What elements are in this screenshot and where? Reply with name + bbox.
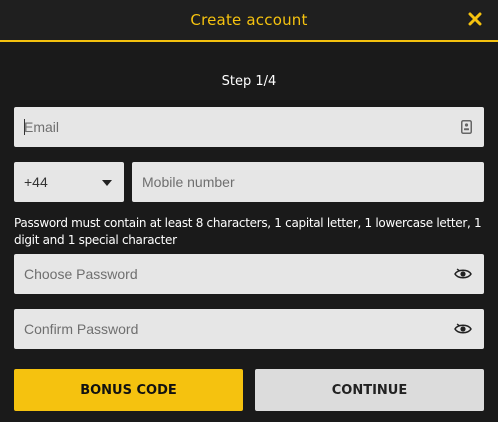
modal-header: Create account: [0, 0, 498, 42]
password-field[interactable]: [14, 254, 484, 294]
text-cursor: [24, 119, 25, 135]
page-title: Create account: [190, 11, 308, 29]
eye-toggle-icon[interactable]: [454, 267, 472, 281]
confirm-password-field[interactable]: [14, 309, 484, 349]
email-input[interactable]: [14, 107, 484, 147]
bonus-code-button[interactable]: BONUS CODE: [14, 369, 243, 411]
close-button[interactable]: [466, 10, 484, 28]
mobile-number-input[interactable]: [132, 162, 484, 202]
step-indicator: Step 1/4: [221, 74, 277, 89]
password-requirements-text: Password must contain at least 8 charact…: [14, 216, 482, 247]
eye-toggle-icon[interactable]: [454, 322, 472, 336]
password-input[interactable]: [14, 254, 484, 294]
close-icon: [468, 12, 482, 26]
mobile-number-field[interactable]: [132, 162, 484, 202]
chevron-down-icon: [102, 180, 112, 186]
contact-card-icon: [461, 120, 472, 134]
email-field[interactable]: [14, 107, 484, 147]
country-code-select[interactable]: +44: [14, 162, 124, 202]
country-code-value: +44: [24, 174, 48, 190]
confirm-password-input[interactable]: [14, 309, 484, 349]
continue-button[interactable]: CONTINUE: [255, 369, 484, 411]
